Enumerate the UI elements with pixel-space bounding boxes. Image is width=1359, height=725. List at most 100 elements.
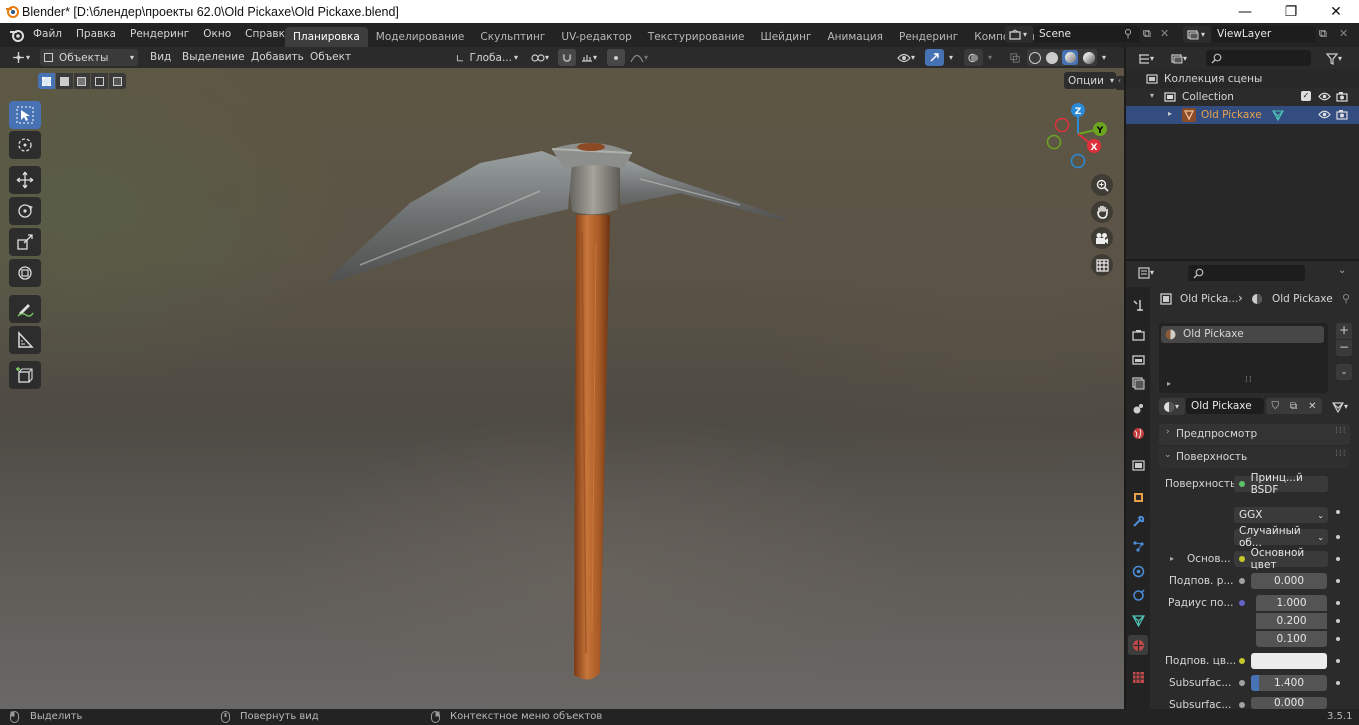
select-extend-icon[interactable] [55, 73, 73, 89]
radius-y-field[interactable]: 0.200 [1256, 613, 1327, 629]
tab-material[interactable] [1128, 635, 1148, 655]
keyframe-dot-icon[interactable] [1336, 557, 1340, 561]
expand-arrow-icon[interactable]: ▸ [1168, 109, 1172, 118]
base-color-link-field[interactable]: Основной цвет [1234, 547, 1328, 571]
proportional-edit-toggle[interactable] [607, 49, 625, 66]
surface-shader-field[interactable]: Принц...й BSDF [1234, 472, 1328, 496]
maximize-button[interactable]: ❐ [1268, 0, 1314, 23]
delete-viewlayer-icon[interactable]: ✕ [1339, 27, 1348, 40]
gizmo-y-label[interactable]: Y [1096, 126, 1104, 136]
select-new-icon[interactable] [38, 73, 55, 89]
add-cube-tool[interactable] [9, 361, 41, 389]
viewlayer-selector-button[interactable]: ▾ [1183, 26, 1211, 43]
keyframe-dot-icon[interactable] [1336, 535, 1340, 539]
overlays-dropdown[interactable]: ▾ [984, 49, 998, 66]
scene-selector-button[interactable]: ▾ [1005, 26, 1033, 43]
tab-object[interactable] [1128, 487, 1148, 507]
new-viewlayer-icon[interactable]: ⧉ [1319, 27, 1327, 41]
radius-x-field[interactable]: 1.000 [1256, 595, 1327, 611]
transform-orientation-dropdown[interactable]: Глоба... ▾ [452, 49, 522, 66]
keyframe-dot-icon[interactable] [1336, 510, 1340, 514]
keyframe-dot-icon[interactable] [1336, 601, 1340, 605]
object-mode-dropdown[interactable]: Объекты ▾ [40, 49, 138, 66]
drag-grip-icon[interactable]: ⁞⁞⁞ [1335, 449, 1347, 459]
camera-render-icon[interactable] [1336, 91, 1348, 102]
pan-view-button[interactable] [1091, 201, 1113, 223]
overlays-toggle[interactable] [964, 49, 983, 66]
properties-editor-type-button[interactable]: ▾ [1134, 264, 1162, 281]
visibility-dropdown[interactable]: ▾ [893, 49, 921, 66]
tab-particles[interactable] [1128, 536, 1148, 556]
tab-animation[interactable]: Анимация [819, 27, 891, 47]
tab-collection[interactable] [1128, 455, 1148, 475]
menu-window[interactable]: Окно [196, 28, 238, 40]
tab-sculpting[interactable]: Скульптинг [472, 27, 553, 47]
snap-target-dropdown[interactable]: ▾ [577, 49, 605, 66]
gizmo-toggle[interactable] [925, 49, 944, 66]
delete-scene-icon[interactable]: ✕ [1160, 27, 1169, 40]
editor-type-button[interactable]: ▾ [8, 49, 36, 66]
menu-render[interactable]: Рендеринг [123, 28, 196, 40]
menu-edit[interactable]: Правка [69, 28, 123, 40]
keyframe-dot-icon[interactable] [1336, 579, 1340, 583]
menu-object[interactable]: Объект [310, 51, 351, 63]
menu-add[interactable]: Добавить [251, 51, 304, 63]
close-button[interactable]: ✕ [1313, 0, 1359, 23]
3d-viewport[interactable]: Опции ▾ ‹ Z Y X [0, 68, 1124, 709]
menu-select[interactable]: Выделение [182, 51, 245, 63]
transform-tool[interactable] [9, 259, 41, 287]
add-slot-button[interactable]: + [1336, 323, 1352, 339]
scale-tool[interactable] [9, 228, 41, 256]
outliner-row-object[interactable]: ▸ Old Pickaxe [1126, 106, 1359, 124]
tab-tool[interactable] [1128, 295, 1148, 315]
keyframe-dot-icon[interactable] [1336, 619, 1340, 623]
material-slot-row[interactable]: Old Pickaxe [1161, 326, 1324, 343]
select-difference-icon[interactable] [91, 73, 109, 89]
shading-dropdown[interactable]: ▾ [1098, 49, 1112, 66]
exclude-checkbox-icon[interactable]: ✓ [1301, 91, 1311, 101]
material-name-field[interactable]: Old Pickaxe [1186, 398, 1264, 414]
menu-view[interactable]: Вид [150, 51, 171, 63]
select-intersect-icon[interactable] [109, 73, 126, 89]
distribution-dropdown[interactable]: GGX ⌄ [1234, 507, 1328, 523]
tab-modeling[interactable]: Моделирование [368, 27, 473, 47]
tab-layout[interactable]: Планировка [285, 27, 368, 47]
properties-search-field[interactable] [1188, 265, 1305, 281]
panel-collapse-icon[interactable]: ⌄ [1338, 265, 1346, 276]
tab-texture-paint[interactable]: Текстурирование [640, 27, 753, 47]
duplicate-material-icon[interactable]: ⧉ [1290, 401, 1297, 412]
slot-specials-button[interactable]: ⌄ [1336, 364, 1352, 380]
tab-modifiers[interactable] [1128, 511, 1148, 531]
keyframe-dot-icon[interactable] [1336, 637, 1340, 641]
outliner-row-collection[interactable]: ▾ Collection ✓ [1126, 88, 1359, 106]
mesh-data-icon[interactable] [1272, 109, 1284, 121]
resize-handle-icon[interactable]: ⁞⁞ [1245, 375, 1253, 385]
gizmo-dropdown[interactable]: ▾ [945, 49, 959, 66]
subsurface-value-field[interactable]: 0.000 [1251, 573, 1327, 589]
rotate-tool[interactable] [9, 197, 41, 225]
surface-panel-header[interactable]: ⌄ Поверхность ⁞⁞⁞ [1159, 447, 1350, 468]
wireframe-shading-icon[interactable] [1029, 51, 1041, 64]
fake-user-shield-icon[interactable]: ⛉ [1271, 401, 1279, 412]
eye-icon[interactable] [1318, 110, 1331, 119]
base-color-expand-icon[interactable]: ▸ [1170, 554, 1174, 563]
pin-icon[interactable]: ⚲ [1342, 292, 1350, 305]
select-box-tool[interactable] [9, 101, 41, 129]
proportional-falloff-dropdown[interactable]: ▾ [626, 49, 654, 66]
navigation-gizmo[interactable]: Z Y X [1040, 98, 1115, 173]
tab-constraints[interactable] [1128, 585, 1148, 605]
annotate-tool[interactable] [9, 295, 41, 323]
cursor-tool[interactable] [9, 131, 41, 159]
collapse-arrow-icon[interactable]: ▾ [1150, 91, 1154, 100]
outliner-editor-type-button[interactable]: ▾ [1134, 50, 1162, 67]
keyframe-dot-icon[interactable] [1336, 659, 1340, 663]
camera-view-button[interactable] [1091, 227, 1113, 249]
sidebar-toggle-icon[interactable]: ‹ [1115, 76, 1124, 90]
eye-icon[interactable] [1318, 92, 1331, 101]
minimize-button[interactable]: — [1222, 0, 1268, 23]
tab-render[interactable] [1128, 325, 1148, 345]
tab-texture[interactable] [1128, 667, 1148, 687]
radius-z-field[interactable]: 0.100 [1256, 631, 1327, 647]
measure-tool[interactable] [9, 326, 41, 354]
subsurface-anisotropy-field[interactable]: 0.000 [1251, 697, 1327, 709]
